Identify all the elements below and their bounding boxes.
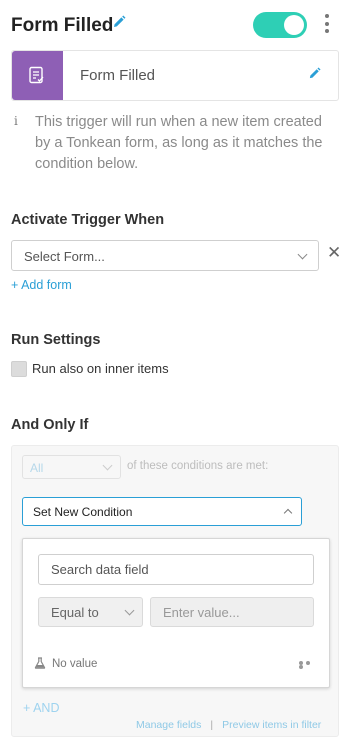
edit-trigger-icon[interactable] bbox=[308, 67, 322, 81]
chevron-down-icon bbox=[102, 460, 113, 471]
filter-footer-links: Manage fields | Preview items in filter bbox=[136, 719, 321, 731]
chevron-down-icon bbox=[297, 249, 308, 260]
conditions-met-label: of these conditions are met: bbox=[127, 460, 269, 472]
flask-icon bbox=[34, 657, 46, 669]
condition-value-field[interactable] bbox=[150, 597, 314, 627]
chevron-down-icon bbox=[124, 605, 135, 616]
preview-items-link[interactable]: Preview items in filter bbox=[222, 719, 321, 731]
match-type-select[interactable]: All bbox=[22, 455, 121, 479]
info-icon: i bbox=[14, 114, 18, 128]
edit-title-icon[interactable] bbox=[112, 15, 128, 31]
form-icon bbox=[29, 66, 44, 84]
search-data-field[interactable] bbox=[38, 554, 314, 585]
form-icon-box bbox=[12, 51, 63, 100]
and-only-if-title: And Only If bbox=[11, 417, 89, 433]
more-options-icon[interactable] bbox=[299, 661, 319, 669]
match-type-value: All bbox=[30, 461, 44, 475]
toggle-knob bbox=[284, 15, 304, 35]
run-inner-items-checkbox[interactable] bbox=[11, 361, 27, 377]
add-and-link[interactable]: + AND bbox=[23, 701, 59, 715]
run-inner-items-label[interactable]: Run also on inner items bbox=[32, 361, 169, 376]
page-title: Form Filled bbox=[11, 15, 114, 36]
link-separator: | bbox=[210, 719, 214, 731]
trigger-header: Form Filled bbox=[11, 12, 341, 40]
no-value-label: No value bbox=[52, 658, 98, 670]
trigger-card[interactable]: Form Filled bbox=[11, 50, 339, 101]
run-settings-title: Run Settings bbox=[11, 332, 101, 348]
condition-value-input[interactable] bbox=[151, 598, 313, 626]
activate-trigger-title: Activate Trigger When bbox=[11, 212, 165, 228]
select-form-dropdown[interactable]: Select Form... bbox=[11, 240, 319, 271]
add-form-link[interactable]: + Add form bbox=[11, 278, 72, 292]
info-text: This trigger will run when a new item cr… bbox=[35, 114, 323, 172]
set-new-condition-select[interactable]: Set New Condition bbox=[22, 497, 302, 526]
operator-select[interactable]: Equal to bbox=[38, 597, 143, 627]
chevron-up-icon bbox=[283, 508, 293, 518]
more-options-icon[interactable] bbox=[322, 14, 332, 36]
select-form-value: Select Form... bbox=[24, 249, 105, 264]
manage-fields-link[interactable]: Manage fields bbox=[136, 719, 201, 731]
set-new-condition-value: Set New Condition bbox=[33, 505, 133, 519]
operator-value: Equal to bbox=[51, 605, 99, 620]
close-icon[interactable]: ✕ bbox=[327, 244, 341, 261]
search-data-field-input[interactable] bbox=[39, 555, 313, 584]
trigger-enabled-toggle[interactable] bbox=[253, 12, 307, 38]
conditions-panel: All of these conditions are met: Set New… bbox=[11, 445, 339, 737]
trigger-name: Form Filled bbox=[80, 67, 156, 84]
condition-dropdown: Equal to No value bbox=[22, 538, 330, 688]
